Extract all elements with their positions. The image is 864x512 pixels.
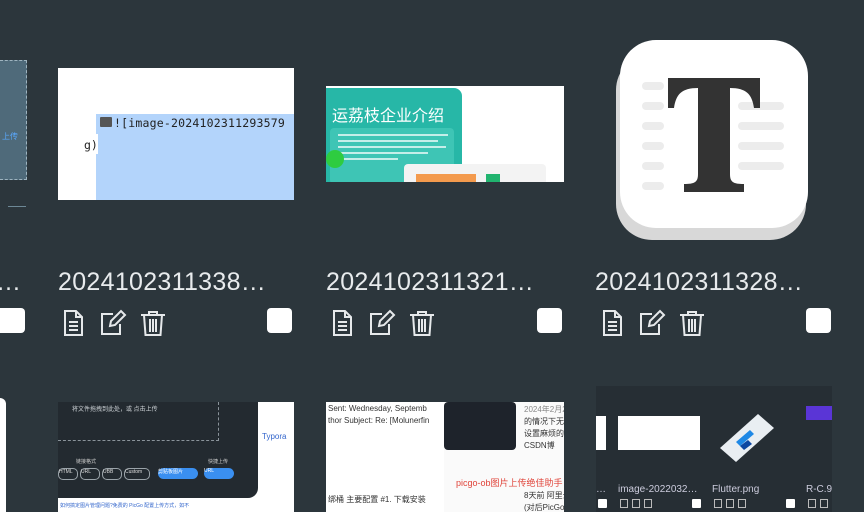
bottom-line: 绑桶 主要配置 #1. 下载安装 xyxy=(328,495,426,504)
mini-thumb xyxy=(618,416,700,450)
edit-icon[interactable] xyxy=(367,308,397,338)
select-checkbox-partial[interactable] xyxy=(0,308,25,333)
dropzone-hint: 将文件拖拽到此处，或 点击上传 xyxy=(72,407,158,413)
file-thumbnail-1[interactable]: ![image-2024102311293579 g) xyxy=(58,68,294,200)
edit-icon[interactable] xyxy=(632,499,640,508)
url-upload-button[interactable]: URL xyxy=(204,468,234,479)
file-thumbnail-2[interactable]: 运荔枝企业介绍 xyxy=(326,86,564,182)
green-block xyxy=(486,174,500,182)
file-actions-3 xyxy=(597,308,707,338)
file-actions-2 xyxy=(327,308,437,338)
date-text: 2024年2月2 xyxy=(524,405,564,414)
mini-checkbox[interactable] xyxy=(598,499,607,508)
orange-block xyxy=(416,174,476,182)
email-line2: thor Subject: Re: [Molunerfin xyxy=(328,416,430,425)
text-line xyxy=(338,134,448,136)
file-name-partial: … xyxy=(0,268,21,297)
typora-app-icon[interactable] xyxy=(612,40,812,240)
text-line xyxy=(338,140,438,142)
document-icon[interactable] xyxy=(620,499,628,508)
image-icon xyxy=(100,117,112,127)
mini-name-2: Flutter.png xyxy=(712,484,760,495)
mini-thumb xyxy=(596,416,606,450)
tab-custom[interactable]: Custom xyxy=(124,468,150,480)
file-name-2: 2024102311321… xyxy=(326,268,535,296)
text-line xyxy=(338,158,398,160)
tab-ubb[interactable]: UBB xyxy=(102,468,122,480)
mini-name-1: image-2022032… xyxy=(618,484,698,495)
file-thumbnail-4[interactable]: 将文件拖拽到此处，或 点击上传 链接格式 快捷上传 HTML URL UBB C… xyxy=(58,402,294,512)
article-snippet: 如何搞定图片管理问题?免费的 PicGo 配置上传方式，如不 xyxy=(60,503,190,509)
text-line xyxy=(338,152,428,154)
email-column: Sent: Wednesday, Septemb thor Subject: R… xyxy=(326,402,444,512)
picgo-title: picgo-ob图片上传绝佳助手 xyxy=(456,478,563,488)
csdn-source: CSDN博 xyxy=(524,441,555,450)
mini-name-0: … xyxy=(596,484,606,495)
file-thumbnail-6[interactable]: … image-2022032… Flutter.png R-C.9 xyxy=(596,386,832,512)
edit-icon[interactable] xyxy=(726,499,734,508)
trash-icon[interactable] xyxy=(407,308,437,338)
tab-url[interactable]: URL xyxy=(80,468,100,480)
label-quick: 快捷上传 xyxy=(208,459,229,465)
edit-icon[interactable] xyxy=(98,308,128,338)
clipboard-upload-button[interactable]: 剪贴板图片 xyxy=(158,468,198,479)
select-checkbox-2[interactable] xyxy=(537,308,562,333)
file-actions-1 xyxy=(58,308,168,338)
file-name-1: 2024102311338… xyxy=(58,268,267,296)
file-name-3: 2024102311328… xyxy=(595,268,804,296)
divider xyxy=(8,206,26,207)
mini-checkbox[interactable] xyxy=(786,499,795,508)
text-line xyxy=(338,146,446,148)
thumb-code-line2: g) xyxy=(84,138,98,152)
label-format: 链接格式 xyxy=(76,459,97,465)
partial-thumbnail-left[interactable]: 上传 xyxy=(0,60,27,180)
mini-name-3: R-C.9 xyxy=(806,484,832,495)
trash-icon[interactable] xyxy=(138,308,168,338)
tab-html[interactable]: HTML xyxy=(58,468,78,480)
side-text4: (对后PicGo xyxy=(524,503,564,512)
select-checkbox-1[interactable] xyxy=(267,308,292,333)
mini-checkbox[interactable] xyxy=(692,499,701,508)
email-line1: Sent: Wednesday, Septemb xyxy=(328,404,427,413)
mini-thumb xyxy=(806,406,832,420)
partial-thumbnail-left-row2[interactable] xyxy=(0,398,6,512)
trash-icon[interactable] xyxy=(738,499,746,508)
edit-icon[interactable] xyxy=(820,499,828,508)
green-dot xyxy=(326,150,344,168)
trash-icon[interactable] xyxy=(644,499,652,508)
typora-link: Typora xyxy=(262,432,287,441)
dark-upload-panel: 将文件拖拽到此处，或 点击上传 链接格式 快捷上传 HTML URL UBB C… xyxy=(58,402,258,498)
file-thumbnail-5[interactable]: Sent: Wednesday, Septemb thor Subject: R… xyxy=(326,402,564,512)
edit-icon[interactable] xyxy=(637,308,667,338)
document-icon[interactable] xyxy=(58,308,88,338)
upload-hint-text: 上传 xyxy=(2,132,18,141)
trash-icon[interactable] xyxy=(677,308,707,338)
slide-title: 运荔枝企业介绍 xyxy=(332,108,445,125)
side-text1: 的情况下无法 xyxy=(524,417,564,426)
thumb-code-line1: ![image-2024102311293579 xyxy=(114,116,285,130)
side-text2: 设置麻烦的环 xyxy=(524,429,564,438)
select-checkbox-3[interactable] xyxy=(806,308,831,333)
document-icon[interactable] xyxy=(808,499,816,508)
flutter-phone-image xyxy=(720,414,774,462)
document-icon[interactable] xyxy=(597,308,627,338)
side-text3: 8天前 阿里云 xyxy=(524,491,564,500)
document-icon[interactable] xyxy=(714,499,722,508)
document-icon[interactable] xyxy=(327,308,357,338)
screenshot-preview xyxy=(444,402,516,450)
